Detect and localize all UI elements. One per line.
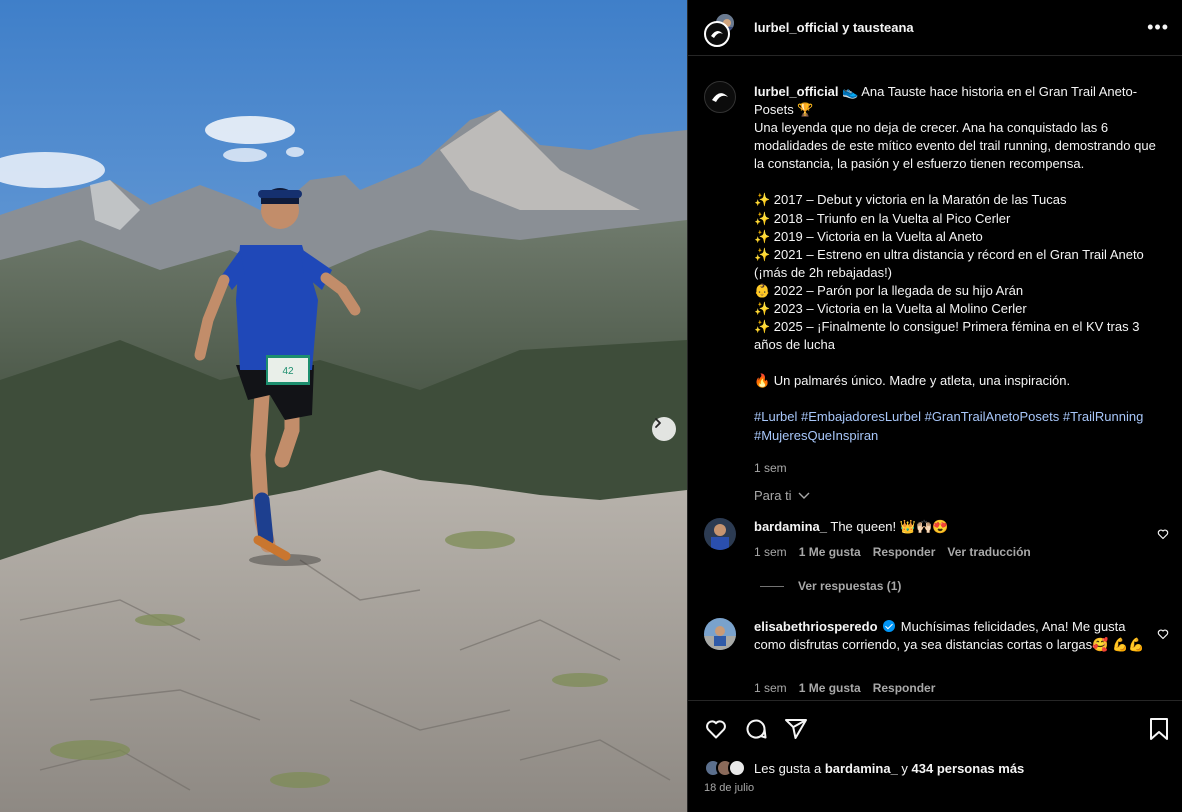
- post-actions: Les gusta a bardamina_ y 434 personas má…: [688, 700, 1182, 812]
- post-date[interactable]: 18 de julio: [704, 782, 754, 794]
- chevron-down-icon: [798, 492, 810, 499]
- caption-username[interactable]: lurbel_official: [754, 84, 839, 99]
- likes-text: Les gusta a bardamina_ y 434 personas má…: [754, 761, 1024, 776]
- post-side-panel: lurbel_official y tausteana ••• lurbel_o…: [687, 0, 1182, 812]
- caption-closing: 🔥 Un palmarés único. Madre y atleta, una…: [754, 373, 1071, 389]
- caption-avatar[interactable]: [704, 81, 736, 113]
- verified-badge-icon: [883, 620, 896, 632]
- timeline-item: ✨ 2021 – Estreno en ultra distancia y ré…: [754, 246, 1144, 280]
- post-photo[interactable]: 42: [0, 0, 687, 812]
- comment-meta: 1 sem 1 Me gusta Responder: [754, 681, 935, 695]
- comment-body: elisabethriosperedo Muchísimas felicidad…: [754, 618, 1149, 654]
- reply-button[interactable]: Responder: [873, 545, 936, 559]
- timeline-item: ✨ 2017 – Debut y victoria en la Maratón …: [754, 192, 1067, 208]
- like-heart-icon[interactable]: [704, 717, 728, 741]
- likes-middle: y: [897, 760, 912, 776]
- hashtag-link[interactable]: #TrailRunning: [1063, 409, 1143, 424]
- comment-likes[interactable]: 1 Me gusta: [799, 681, 861, 695]
- comment-icon[interactable]: [744, 717, 768, 741]
- sort-label: Para ti: [754, 488, 792, 503]
- header-usernames[interactable]: lurbel_official y tausteana: [754, 20, 914, 35]
- next-photo-button[interactable]: [652, 417, 676, 441]
- likes-count[interactable]: 434 personas más: [912, 761, 1025, 776]
- reply-button[interactable]: Responder: [873, 681, 936, 695]
- collab-avatars[interactable]: [704, 12, 738, 47]
- hashtag-link[interactable]: #Lurbel: [754, 409, 797, 424]
- timeline-item: ✨ 2023 – Victoria en la Vuelta al Molino…: [754, 301, 1027, 317]
- view-replies-button[interactable]: Ver respuestas (1): [760, 579, 901, 593]
- comment-text: The queen! 👑🙌🏻😍: [830, 519, 949, 534]
- sort-comments-dropdown[interactable]: Para ti: [754, 488, 810, 503]
- share-icon[interactable]: [784, 717, 808, 741]
- timeline-item: ✨ 2019 – Victoria en la Vuelta al Aneto: [754, 228, 983, 244]
- caption-timestamp[interactable]: 1 sem: [754, 459, 1164, 477]
- view-replies-label: Ver respuestas (1): [798, 579, 902, 593]
- comment-time[interactable]: 1 sem: [754, 681, 787, 695]
- timeline-item: 👶 2022 – Parón por la llegada de su hijo…: [754, 282, 1024, 298]
- more-options-icon[interactable]: •••: [1147, 17, 1169, 38]
- commenter-avatar[interactable]: [704, 518, 736, 550]
- heart-icon[interactable]: [1157, 628, 1169, 640]
- likes-prefix: Les gusta a: [754, 760, 825, 776]
- comment-likes[interactable]: 1 Me gusta: [799, 545, 861, 559]
- comment-username[interactable]: bardamina_: [754, 519, 827, 534]
- comment-time[interactable]: 1 sem: [754, 545, 787, 559]
- hashtag-link[interactable]: #GranTrailAnetoPosets: [925, 409, 1060, 424]
- comment-body: bardamina_ The queen! 👑🙌🏻😍: [754, 518, 1149, 536]
- hashtag-link[interactable]: #MujeresQueInspiran: [754, 428, 878, 443]
- liker-avatar: [728, 759, 746, 777]
- caption-paragraph: Una leyenda que no deja de crecer. Ana h…: [754, 120, 1156, 172]
- likes-summary: Les gusta a bardamina_ y 434 personas má…: [704, 759, 1024, 777]
- post-caption: lurbel_official 👟 Ana Tauste hace histor…: [754, 83, 1164, 477]
- lurbel-logo-icon: [712, 93, 728, 102]
- comment-meta: 1 sem 1 Me gusta Responder Ver traducció…: [754, 545, 1031, 559]
- timeline-item: ✨ 2025 – ¡Finalmente lo consigue! Primer…: [754, 319, 1140, 353]
- svg-text:42: 42: [282, 366, 294, 377]
- timeline-item: ✨ 2018 – Triunfo en la Vuelta al Pico Ce…: [754, 210, 1011, 226]
- comment-username[interactable]: elisabethriosperedo: [754, 619, 878, 634]
- post-viewer: 42 lurbel_official y tausteana ••• lurbe…: [0, 0, 1182, 812]
- photo-illustration: 42: [0, 0, 687, 812]
- heart-icon[interactable]: [1157, 528, 1169, 540]
- post-header: lurbel_official y tausteana •••: [688, 0, 1182, 56]
- comment-item: bardamina_ The queen! 👑🙌🏻😍 1 sem 1 Me gu…: [704, 518, 1169, 568]
- avatar-lurbel: [704, 21, 730, 47]
- replies-divider: [760, 585, 784, 587]
- bookmark-icon[interactable]: [1148, 717, 1170, 741]
- hashtag-list: #Lurbel #EmbajadoresLurbel #GranTrailAne…: [754, 408, 1164, 444]
- translate-button[interactable]: Ver traducción: [947, 545, 1030, 559]
- liker-username[interactable]: bardamina_: [825, 761, 898, 776]
- hashtag-link[interactable]: #EmbajadoresLurbel: [801, 409, 921, 424]
- comment-item: elisabethriosperedo Muchísimas felicidad…: [704, 618, 1169, 698]
- commenter-avatar[interactable]: [704, 618, 736, 650]
- chevron-right-icon: [655, 418, 661, 428]
